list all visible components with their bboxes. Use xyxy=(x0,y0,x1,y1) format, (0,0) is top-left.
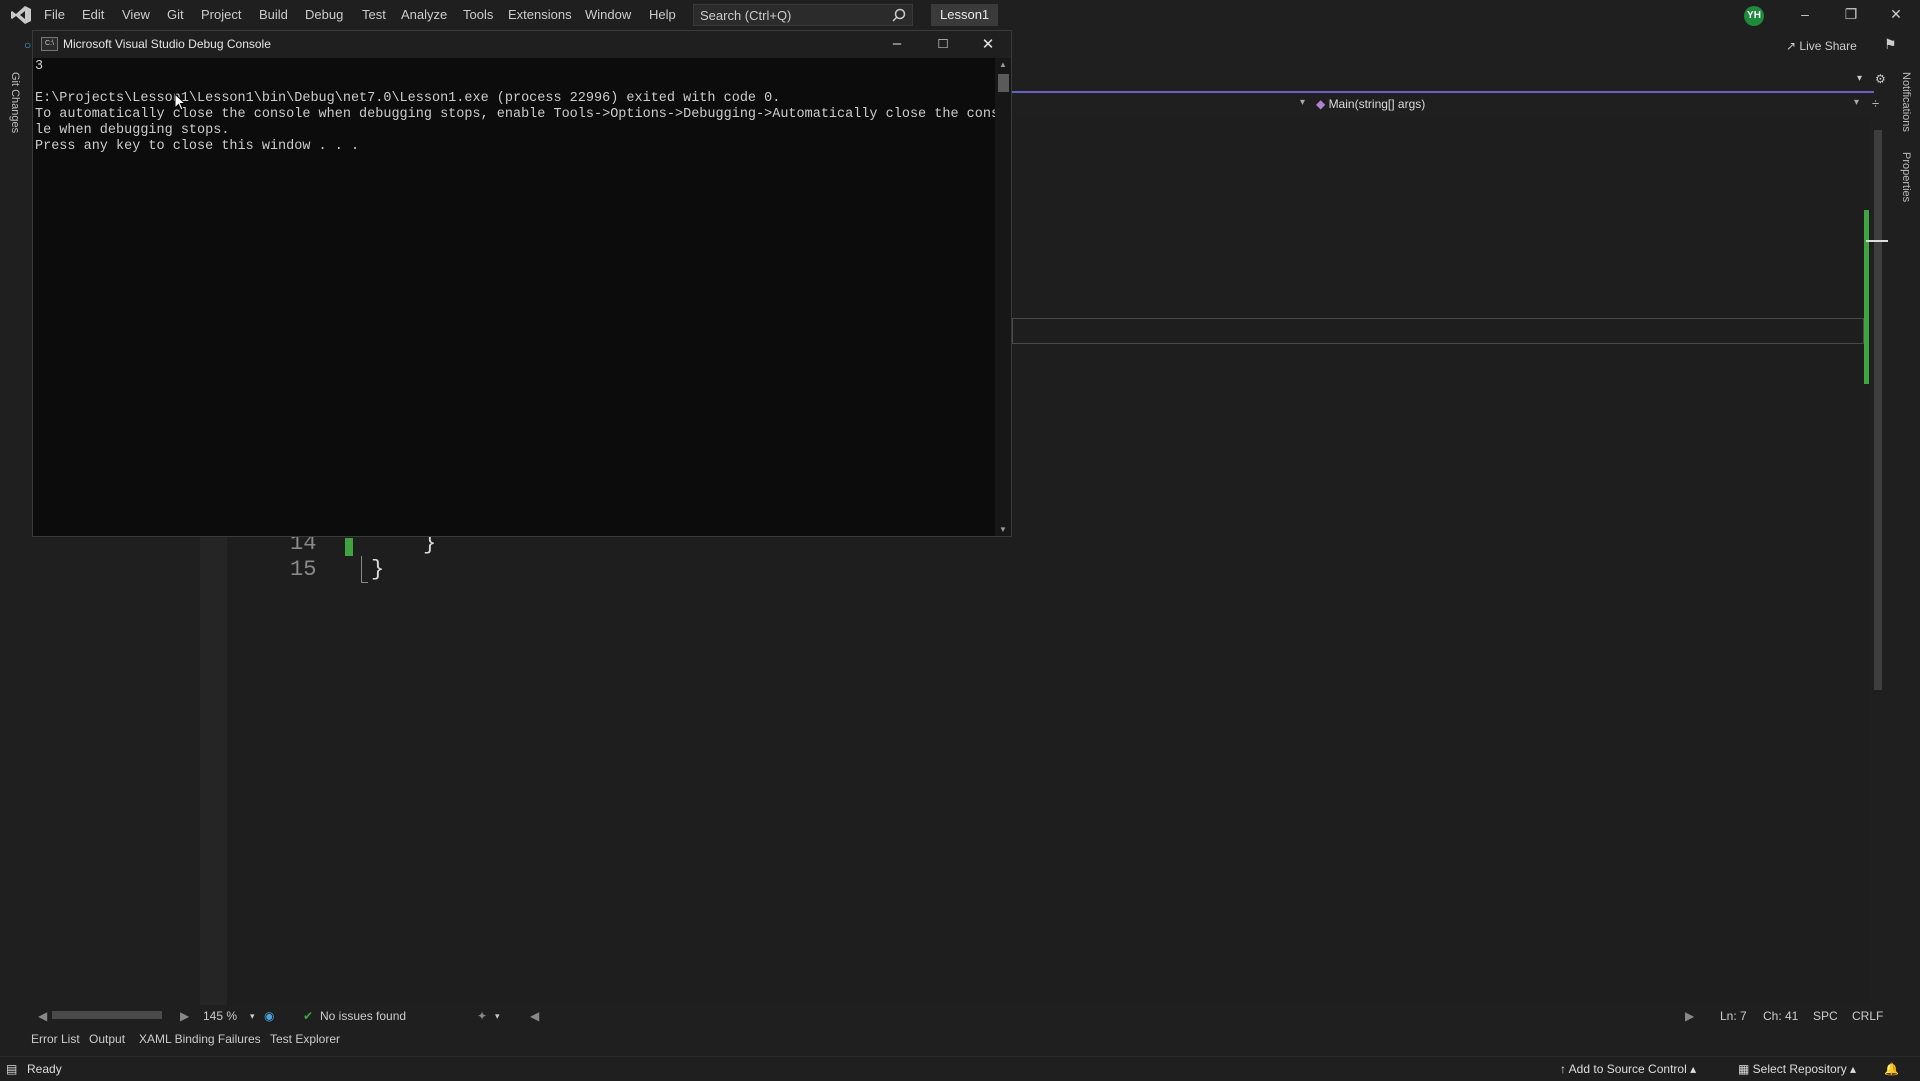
brush-icon[interactable]: ✦ xyxy=(477,1009,487,1023)
search-box[interactable]: Search (Ctrl+Q) xyxy=(693,4,913,26)
column-indicator[interactable]: Ch: 41 xyxy=(1763,1009,1798,1023)
scroll-up-icon[interactable]: ▲ xyxy=(999,60,1007,69)
repository-icon: ▦ xyxy=(1738,1062,1753,1076)
console-minimize-icon[interactable]: – xyxy=(885,35,909,55)
scroll-right-icon[interactable]: ▶ xyxy=(1685,1009,1694,1023)
avatar[interactable]: YH xyxy=(1744,6,1764,26)
code-line: } xyxy=(371,557,385,582)
current-line-highlight xyxy=(1012,318,1864,344)
tab-error-list[interactable]: Error List xyxy=(31,1032,80,1046)
menu-view[interactable]: View xyxy=(122,7,150,22)
split-icon[interactable]: ÷ xyxy=(1872,96,1879,111)
properties-tab[interactable]: Properties xyxy=(1900,152,1912,202)
chevron-down-icon[interactable]: ▾ xyxy=(1854,97,1859,108)
scrollbar-thumb[interactable] xyxy=(1874,130,1882,690)
scroll-down-icon[interactable]: ▼ xyxy=(999,525,1007,534)
check-circle-icon: ✔ xyxy=(303,1009,314,1023)
fold-bracket xyxy=(361,556,368,583)
gear-icon[interactable]: ⚙ xyxy=(1875,72,1886,86)
scroll-left-icon[interactable]: ◀ xyxy=(530,1009,539,1023)
line-ending-indicator[interactable]: CRLF xyxy=(1852,1009,1883,1023)
visual-studio-logo-icon[interactable] xyxy=(10,5,32,28)
select-repository-button[interactable]: ▦ Select Repository ▴ xyxy=(1738,1062,1856,1076)
tab-test-explorer[interactable]: Test Explorer xyxy=(270,1032,340,1046)
minimize-icon[interactable]: – xyxy=(1795,6,1815,24)
live-share-label: Live Share xyxy=(1799,39,1857,53)
issues-status[interactable]: No issues found xyxy=(320,1009,406,1023)
method-icon: ◆ xyxy=(1316,97,1329,111)
member-dropdown-label: Main(string[] args) xyxy=(1328,97,1426,111)
editor-status-row: ◀ ▶ 145 % ▾ ◉ ✔ No issues found ✦ ▾ ◀ ▶ … xyxy=(30,1005,1892,1027)
change-marker xyxy=(345,538,353,556)
menu-window[interactable]: Window xyxy=(585,7,631,22)
menu-file[interactable]: File xyxy=(44,7,65,22)
menu-build[interactable]: Build xyxy=(259,7,288,22)
select-repository-label: Select Repository xyxy=(1752,1062,1847,1076)
tab-xaml-binding-failures[interactable]: XAML Binding Failures xyxy=(139,1032,261,1046)
menu-edit[interactable]: Edit xyxy=(82,7,104,22)
restore-icon[interactable]: ❐ xyxy=(1841,6,1861,24)
toolbar-icon[interactable]: ○ xyxy=(24,38,31,52)
zoom-dropdown[interactable]: 145 % xyxy=(203,1009,237,1023)
arrow-up-icon: ↑ xyxy=(1560,1062,1569,1076)
source-control-label: Add to Source Control xyxy=(1568,1062,1687,1076)
search-icon[interactable] xyxy=(892,8,906,25)
status-ready: Ready xyxy=(27,1062,62,1076)
line-number: 15 xyxy=(290,557,317,582)
menu-extensions[interactable]: Extensions xyxy=(508,7,572,22)
live-share-button[interactable]: ↗ Live Share xyxy=(1786,39,1857,53)
tab-output[interactable]: Output xyxy=(89,1032,125,1046)
search-placeholder: Search (Ctrl+Q) xyxy=(700,8,792,23)
menu-test[interactable]: Test xyxy=(362,7,386,22)
notifications-tab[interactable]: Notifications xyxy=(1900,72,1912,132)
solution-name-badge: Lesson1 xyxy=(931,4,999,26)
source-control-button[interactable]: ↑ Add to Source Control ▴ xyxy=(1560,1062,1696,1076)
menu-tools[interactable]: Tools xyxy=(463,7,493,22)
close-icon[interactable]: ✕ xyxy=(1886,6,1906,24)
side-panel xyxy=(30,535,195,1005)
caret-position-marker xyxy=(1866,240,1888,242)
menu-project[interactable]: Project xyxy=(201,7,241,22)
chevron-up-icon: ▴ xyxy=(1686,1062,1697,1076)
menu-git[interactable]: Git xyxy=(167,7,184,22)
console-app-icon: C:\ xyxy=(41,37,58,51)
console-scrollbar[interactable]: ▲ ▼ xyxy=(995,58,1011,536)
console-title-bar[interactable]: C:\ Microsoft Visual Studio Debug Consol… xyxy=(33,31,1011,58)
scroll-right-icon[interactable]: ▶ xyxy=(180,1009,189,1023)
git-changes-tab[interactable]: Git Changes xyxy=(9,72,21,133)
console-close-icon[interactable]: ✕ xyxy=(976,35,1000,55)
chevron-up-icon: ▴ xyxy=(1846,1062,1857,1076)
title-bar: File Edit View Git Project Build Debug T… xyxy=(0,0,1920,30)
mouse-cursor-icon xyxy=(174,92,187,114)
change-indicator xyxy=(1864,210,1869,384)
menu-help[interactable]: Help xyxy=(649,7,676,22)
notification-bell-icon[interactable]: 🔔 xyxy=(1884,1062,1899,1076)
chevron-down-icon[interactable]: ▾ xyxy=(1300,97,1305,108)
editor-navigation-bar: ▾ ◆ Main(string[] args) ▾ xyxy=(1012,91,1874,117)
chevron-down-icon[interactable]: ▾ xyxy=(495,1011,500,1022)
chevron-down-icon[interactable]: ▾ xyxy=(1857,73,1862,84)
share-icon: ↗ xyxy=(1786,39,1800,53)
whitespace-indicator[interactable]: SPC xyxy=(1813,1009,1838,1023)
status-bar: ▤ Ready ↑ Add to Source Control ▴ ▦ Sele… xyxy=(0,1056,1920,1081)
horizontal-scrollbar[interactable] xyxy=(52,1011,162,1019)
console-maximize-icon[interactable]: □ xyxy=(931,35,955,55)
line-indicator[interactable]: Ln: 7 xyxy=(1720,1009,1747,1023)
member-dropdown[interactable]: ◆ Main(string[] args) xyxy=(1316,97,1425,111)
chevron-down-icon[interactable]: ▾ xyxy=(250,1011,255,1022)
right-tool-strip: Notifications Properties xyxy=(1892,60,1920,1054)
output-icon: ▤ xyxy=(6,1062,18,1076)
intellicode-icon[interactable]: ◉ xyxy=(264,1009,274,1023)
menu-debug[interactable]: Debug xyxy=(305,7,343,22)
console-title: Microsoft Visual Studio Debug Console xyxy=(63,37,271,51)
console-scrollbar-thumb[interactable] xyxy=(998,74,1009,92)
tool-window-tabs: Error List Output XAML Binding Failures … xyxy=(0,1027,1920,1051)
feedback-icon[interactable]: ⚑ xyxy=(1884,36,1897,53)
menu-analyze[interactable]: Analyze xyxy=(401,7,447,22)
scroll-left-icon[interactable]: ◀ xyxy=(38,1009,47,1023)
left-tool-strip: Git Changes xyxy=(0,60,30,1054)
